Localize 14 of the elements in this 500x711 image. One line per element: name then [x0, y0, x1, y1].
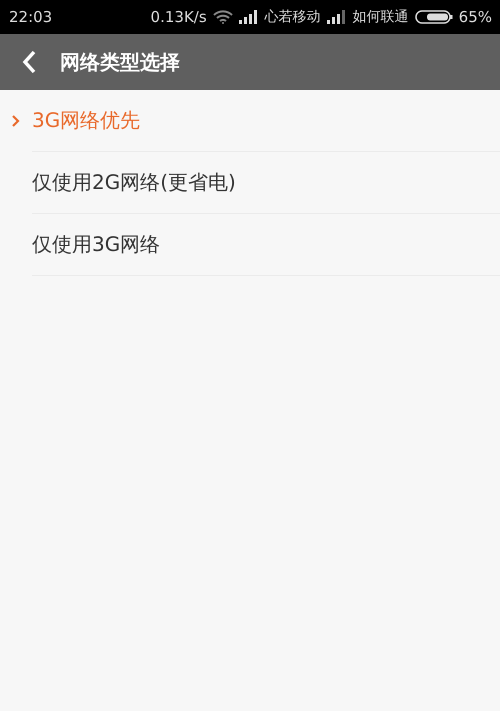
signal-icon — [326, 10, 347, 24]
network-speed: 0.13K/s — [150, 8, 207, 26]
clock: 22:03 — [9, 8, 52, 26]
carrier-name: 心若移动 — [264, 8, 321, 26]
back-icon[interactable] — [22, 50, 36, 74]
network-option[interactable]: 仅使用2G网络(更省电) — [32, 152, 500, 214]
carrier-name: 如何联通 — [352, 8, 409, 26]
battery-icon — [414, 10, 453, 24]
wifi-icon — [212, 10, 233, 24]
battery-percent: 65% — [458, 8, 492, 26]
network-option[interactable]: 仅使用3G网络 — [32, 214, 500, 276]
chevron-icon — [12, 115, 20, 127]
signal-icon — [238, 10, 259, 24]
screen-title: 网络类型选择 — [60, 48, 180, 76]
